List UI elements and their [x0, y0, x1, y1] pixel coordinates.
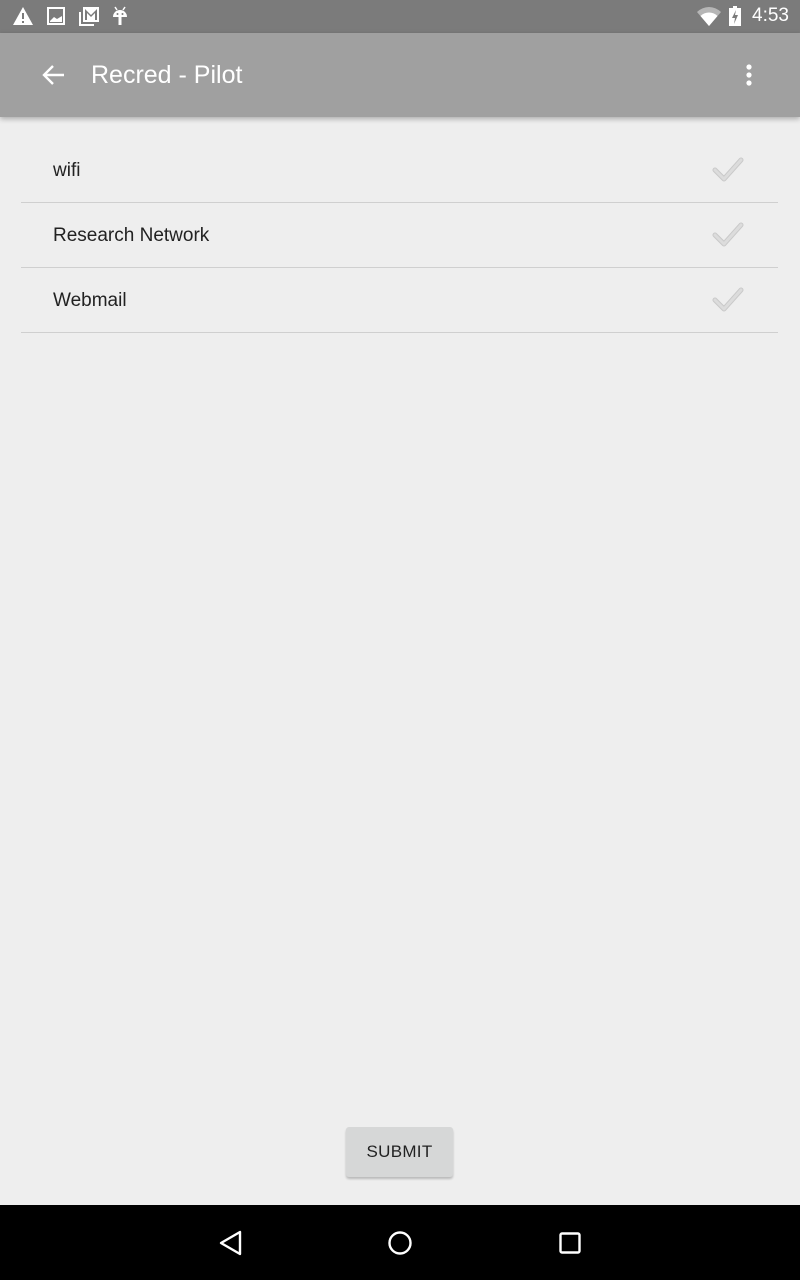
- home-circle-icon: [388, 1231, 412, 1255]
- check-icon[interactable]: [711, 155, 745, 185]
- submit-button[interactable]: SUBMIT: [346, 1127, 453, 1177]
- battery-charging-icon: [729, 6, 741, 26]
- list-item[interactable]: Research Network: [21, 203, 778, 268]
- image-icon: [47, 7, 65, 25]
- credential-list: wifi Research Network Webmail: [21, 138, 778, 333]
- check-icon[interactable]: [711, 285, 745, 315]
- list-item[interactable]: wifi: [21, 138, 778, 203]
- more-vert-icon: [746, 64, 752, 86]
- arrow-back-icon: [42, 65, 64, 85]
- recents-square-icon: [559, 1232, 581, 1254]
- list-item[interactable]: Webmail: [21, 268, 778, 333]
- page-title: Recred - Pilot: [91, 61, 243, 89]
- gmail-icon: [79, 7, 99, 26]
- overflow-menu-button[interactable]: [733, 59, 765, 91]
- app-bar: Recred - Pilot: [0, 33, 800, 117]
- status-bar: 4:53: [0, 0, 800, 33]
- check-icon[interactable]: [711, 220, 745, 250]
- clock: 4:53: [752, 5, 789, 26]
- back-arrow-button[interactable]: [38, 59, 70, 91]
- wifi-icon: [697, 7, 721, 26]
- android-icon: [113, 6, 127, 25]
- list-item-label: Research Network: [53, 225, 210, 246]
- nav-recents-button[interactable]: [552, 1225, 588, 1261]
- back-triangle-icon: [219, 1230, 242, 1256]
- nav-back-button[interactable]: [212, 1225, 248, 1261]
- nav-home-button[interactable]: [382, 1225, 418, 1261]
- list-item-label: wifi: [53, 160, 81, 181]
- list-item-label: Webmail: [53, 290, 127, 311]
- warning-icon: [13, 7, 33, 25]
- navigation-bar: [0, 1205, 800, 1280]
